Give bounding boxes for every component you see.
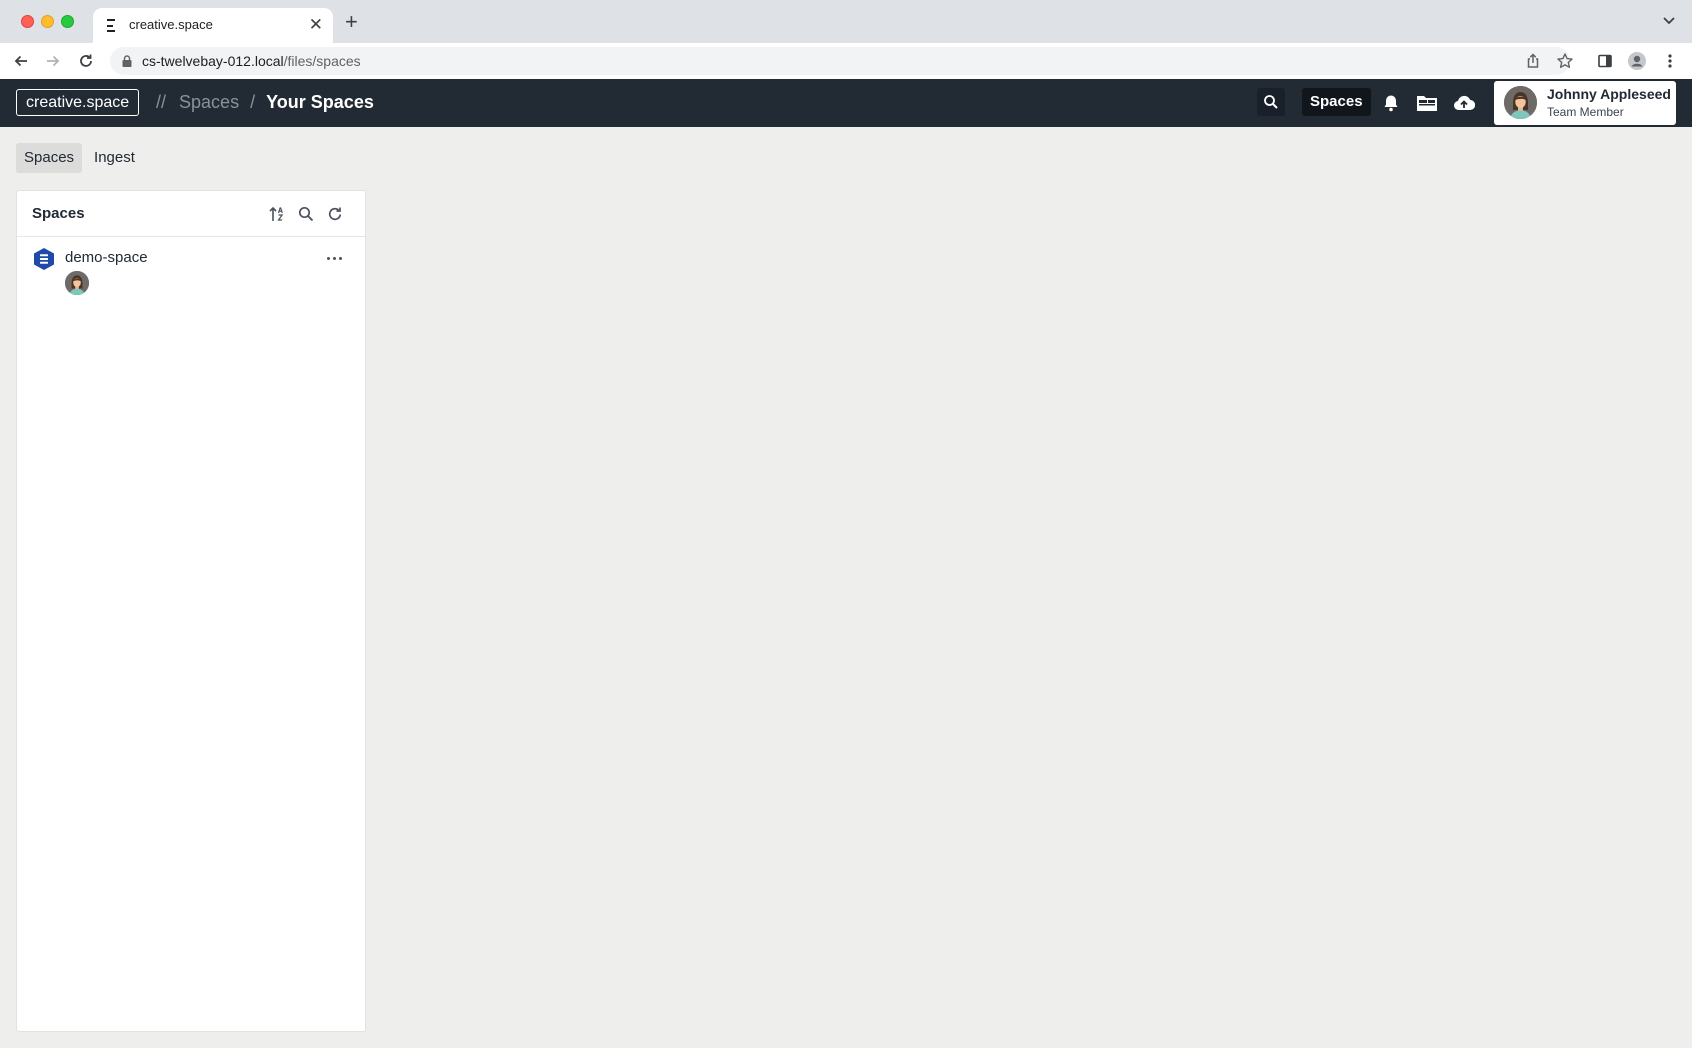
- bookmark-star-icon[interactable]: [1556, 52, 1574, 70]
- back-icon[interactable]: [9, 49, 33, 73]
- breadcrumb-spaces-link[interactable]: Spaces: [179, 92, 239, 112]
- user-avatar: [1504, 86, 1537, 119]
- refresh-icon[interactable]: [325, 204, 345, 224]
- tab-favicon-icon: [107, 19, 117, 32]
- browser-toolbar: cs-twelvebay-012.local/files/spaces: [0, 43, 1692, 79]
- lock-icon: [122, 55, 132, 67]
- folders-icon[interactable]: [1416, 92, 1438, 114]
- space-name[interactable]: demo-space: [65, 249, 148, 266]
- cloud-upload-icon[interactable]: [1453, 92, 1475, 114]
- browser-menu-icon[interactable]: [1660, 51, 1680, 71]
- reload-icon[interactable]: [74, 49, 98, 73]
- tab-spaces[interactable]: Spaces: [16, 143, 83, 173]
- url-host: cs-twelvebay-012.local: [142, 53, 284, 69]
- url-path: /files/spaces: [283, 53, 361, 69]
- search-icon: [1264, 95, 1278, 109]
- tab-search-chevron-icon[interactable]: [1662, 14, 1676, 28]
- user-name: Johnny Appleseed: [1547, 86, 1671, 102]
- tab-close-icon[interactable]: ✕: [309, 15, 323, 35]
- spaces-panel-header: Spaces: [17, 191, 365, 237]
- address-bar[interactable]: cs-twelvebay-012.local/files/spaces: [110, 47, 1573, 75]
- header-search-button[interactable]: [1257, 88, 1285, 116]
- breadcrumb: // Spaces / Your Spaces: [156, 92, 374, 113]
- tab-title: creative.space: [129, 17, 213, 32]
- browser-tab-bar: creative.space ✕ +: [0, 0, 1692, 43]
- header-spaces-button[interactable]: Spaces: [1302, 88, 1371, 116]
- space-member-avatar: [65, 271, 89, 295]
- more-icon[interactable]: [323, 250, 345, 266]
- spaces-panel-title: Spaces: [32, 205, 85, 222]
- sort-icon[interactable]: [267, 204, 287, 224]
- page-content: Spaces Ingest Spaces demo-space: [0, 127, 1692, 1048]
- forward-icon[interactable]: [41, 49, 65, 73]
- breadcrumb-prefix: //: [156, 92, 167, 112]
- window-close-button[interactable]: [21, 15, 34, 28]
- app-header: creative.space // Spaces / Your Spaces S…: [0, 79, 1692, 127]
- window-minimize-button[interactable]: [41, 15, 54, 28]
- new-tab-icon[interactable]: +: [345, 11, 358, 33]
- breadcrumb-current: Your Spaces: [266, 92, 374, 112]
- url-text: cs-twelvebay-012.local/files/spaces: [142, 53, 361, 69]
- user-menu-button[interactable]: Johnny Appleseed Team Member: [1494, 81, 1676, 125]
- side-panel-icon[interactable]: [1595, 51, 1615, 71]
- panel-search-icon[interactable]: [296, 204, 316, 224]
- tab-ingest[interactable]: Ingest: [86, 143, 143, 173]
- user-role: Team Member: [1547, 105, 1624, 119]
- share-icon[interactable]: [1524, 52, 1542, 70]
- spaces-panel: Spaces demo-space: [16, 190, 366, 1032]
- bell-icon[interactable]: [1380, 92, 1402, 114]
- window-zoom-button[interactable]: [61, 15, 74, 28]
- space-icon: [34, 248, 54, 270]
- profile-icon[interactable]: [1627, 51, 1647, 71]
- subnav: Spaces Ingest: [16, 143, 143, 173]
- breadcrumb-separator: /: [250, 92, 256, 112]
- space-list-item[interactable]: demo-space: [17, 238, 365, 298]
- browser-tab[interactable]: creative.space ✕: [93, 8, 333, 43]
- app-logo[interactable]: creative.space: [16, 89, 140, 116]
